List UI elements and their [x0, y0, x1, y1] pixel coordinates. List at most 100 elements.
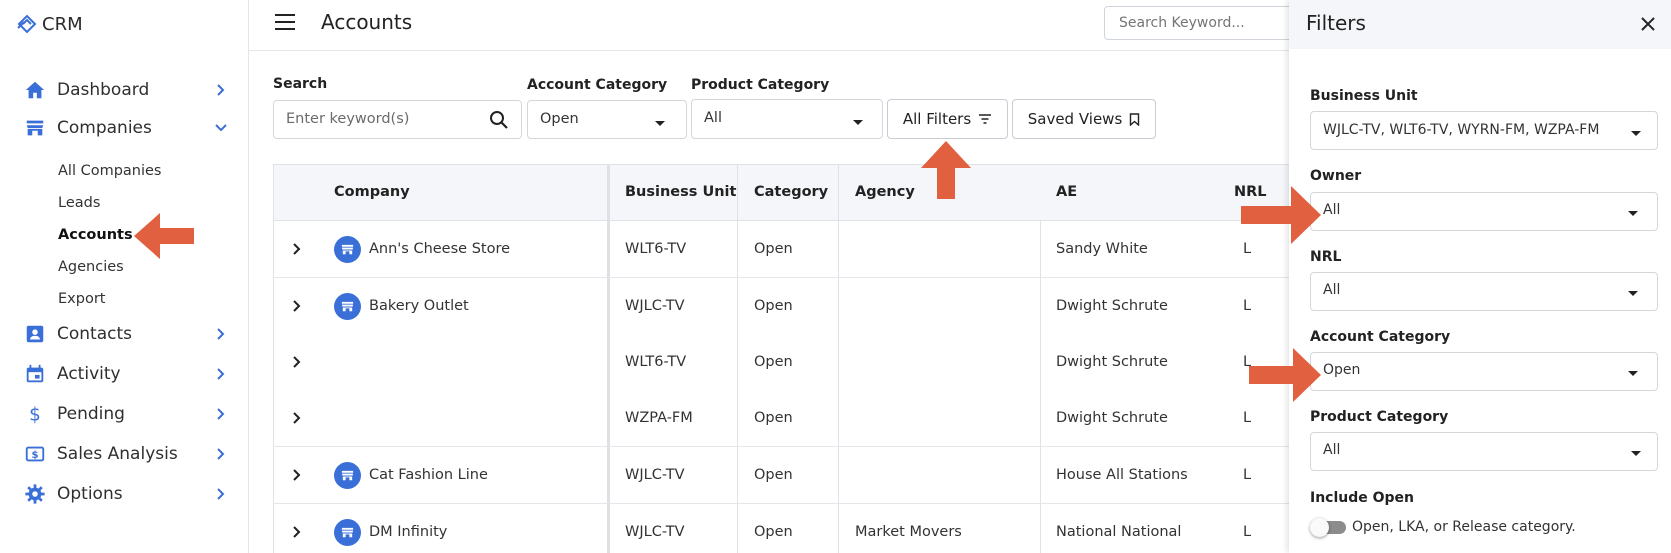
- account-category-panel-select[interactable]: Open: [1310, 352, 1658, 391]
- app-logo[interactable]: CRM: [16, 12, 83, 36]
- chevron-right-icon[interactable]: [291, 243, 303, 255]
- keyword-search-input[interactable]: Enter keyword(s): [273, 100, 522, 139]
- table-row[interactable]: WLT6-TV Open Dwight Schrute L: [274, 334, 1290, 390]
- app-name: CRM: [42, 13, 83, 35]
- table-header: Company Business Unit Category Agency AE…: [274, 165, 1290, 221]
- money-icon: $: [24, 443, 46, 465]
- business-unit-cell: WLT6-TV: [625, 241, 687, 257]
- page-title: Accounts: [321, 10, 413, 34]
- sidebar-item-dashboard[interactable]: Dashboard: [0, 72, 249, 108]
- owner-select[interactable]: All: [1310, 192, 1658, 231]
- owner-value: All: [1323, 202, 1341, 218]
- chevron-down-icon: [215, 124, 227, 132]
- sidebar-subitem-accounts[interactable]: Accounts: [58, 227, 133, 243]
- column-header-company[interactable]: Company: [334, 184, 410, 200]
- nrl-cell: L: [1243, 410, 1252, 426]
- company-cell[interactable]: Cat Fashion Line: [369, 467, 488, 483]
- table-row[interactable]: Bakery Outlet WJLC-TV Open Dwight Schrut…: [274, 278, 1290, 334]
- sidebar-subitem-export[interactable]: Export: [58, 291, 105, 307]
- company-cell[interactable]: DM Infinity: [369, 524, 447, 540]
- product-category-label: Product Category: [691, 77, 830, 93]
- sidebar-item-companies[interactable]: Companies: [0, 110, 249, 146]
- contact-icon: [24, 323, 46, 345]
- sidebar-item-contacts[interactable]: Contacts: [0, 316, 249, 352]
- chevron-right-icon[interactable]: [291, 300, 303, 312]
- sidebar-subitem-agencies[interactable]: Agencies: [58, 259, 124, 275]
- saved-views-button[interactable]: Saved Views: [1012, 99, 1156, 139]
- business-unit-select[interactable]: WJLC-TV, WLT6-TV, WYRN-FM, WZPA-FM: [1310, 111, 1658, 150]
- table-row[interactable]: Cat Fashion Line WJLC-TV Open House All …: [274, 447, 1290, 504]
- nrl-cell: L: [1243, 524, 1252, 540]
- table-row[interactable]: DM Infinity WJLC-TV Open Market Movers N…: [274, 504, 1290, 553]
- chevron-right-icon: [217, 328, 225, 340]
- account-category-select[interactable]: Open: [527, 100, 687, 139]
- column-header-business-unit[interactable]: Business Unit: [625, 184, 736, 200]
- store-icon: [24, 117, 46, 139]
- nrl-value: All: [1323, 282, 1341, 298]
- bookmark-icon: [1130, 112, 1140, 126]
- category-cell: Open: [754, 524, 793, 540]
- agency-cell: Market Movers: [855, 524, 962, 540]
- calendar-icon: [24, 363, 46, 385]
- category-cell: Open: [754, 467, 793, 483]
- annotation-arrow-right-icon: [1241, 186, 1321, 244]
- nrl-cell: L: [1243, 467, 1252, 483]
- include-open-label: Include Open: [1310, 490, 1415, 506]
- account-category-panel-label: Account Category: [1310, 329, 1451, 345]
- company-cell[interactable]: Ann's Cheese Store: [369, 241, 510, 257]
- table-row[interactable]: WZPA-FM Open Dwight Schrute L: [274, 390, 1290, 447]
- menu-icon[interactable]: [275, 14, 295, 32]
- owner-label: Owner: [1310, 168, 1362, 184]
- product-category-select[interactable]: All: [691, 99, 883, 139]
- include-open-toggle[interactable]: [1310, 518, 1346, 537]
- chevron-right-icon: [217, 84, 225, 96]
- product-category-panel-select[interactable]: All: [1310, 432, 1658, 471]
- table-row[interactable]: Ann's Cheese Store WLT6-TV Open Sandy Wh…: [274, 221, 1290, 278]
- ae-cell: Dwight Schrute: [1056, 354, 1168, 370]
- caret-down-icon: [655, 121, 665, 126]
- account-category-panel-value: Open: [1323, 362, 1361, 378]
- toggle-knob: [1310, 518, 1329, 537]
- category-cell: Open: [754, 354, 793, 370]
- home-icon: [24, 79, 46, 101]
- category-cell: Open: [754, 298, 793, 314]
- annotation-arrow-right-icon: [1249, 348, 1321, 402]
- search-placeholder: Enter keyword(s): [286, 111, 410, 127]
- company-cell[interactable]: Bakery Outlet: [369, 298, 469, 314]
- filter-lines-icon: [979, 114, 992, 124]
- business-unit-cell: WLT6-TV: [625, 354, 687, 370]
- company-icon: [334, 293, 361, 320]
- all-filters-button[interactable]: All Filters: [887, 99, 1008, 139]
- search-icon[interactable]: [489, 110, 509, 130]
- sidebar-item-label: Dashboard: [57, 80, 150, 100]
- nrl-select[interactable]: All: [1310, 272, 1658, 311]
- chevron-right-icon[interactable]: [291, 412, 303, 424]
- sidebar-item-label: Companies: [57, 118, 152, 138]
- product-category-panel-label: Product Category: [1310, 409, 1449, 425]
- sidebar-item-label: Activity: [57, 364, 121, 384]
- company-icon: [334, 236, 361, 263]
- global-search-input[interactable]: [1104, 6, 1304, 40]
- column-header-ae[interactable]: AE: [1056, 184, 1077, 200]
- ae-cell: National National: [1056, 524, 1182, 540]
- sidebar-item-activity[interactable]: Activity: [0, 356, 249, 392]
- column-header-category[interactable]: Category: [754, 184, 828, 200]
- svg-text:$: $: [29, 404, 41, 425]
- sidebar-item-options[interactable]: Options: [0, 476, 249, 512]
- nrl-cell: L: [1243, 298, 1252, 314]
- chevron-right-icon[interactable]: [291, 469, 303, 481]
- category-cell: Open: [754, 410, 793, 426]
- product-category-value: All: [704, 110, 722, 126]
- ae-cell: Dwight Schrute: [1056, 410, 1168, 426]
- column-header-agency[interactable]: Agency: [855, 184, 915, 200]
- close-icon[interactable]: [1640, 16, 1656, 32]
- chevron-right-icon[interactable]: [291, 356, 303, 368]
- sidebar-subitem-leads[interactable]: Leads: [58, 195, 100, 211]
- saved-views-label: Saved Views: [1027, 110, 1123, 128]
- nrl-label: NRL: [1310, 249, 1342, 265]
- chevron-right-icon[interactable]: [291, 526, 303, 538]
- sidebar-item-sales-analysis[interactable]: $ Sales Analysis: [0, 436, 249, 472]
- sidebar-item-pending[interactable]: $ Pending: [0, 396, 249, 432]
- account-category-value: Open: [540, 111, 579, 127]
- sidebar-subitem-all-companies[interactable]: All Companies: [58, 163, 162, 179]
